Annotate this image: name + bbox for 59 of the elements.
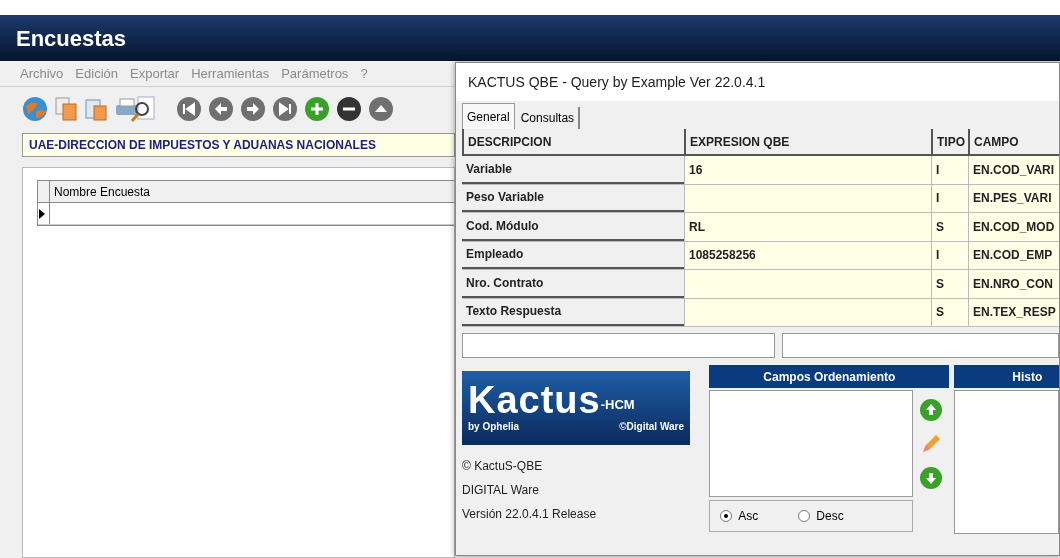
table-cell: I: [931, 241, 968, 269]
column-header: Nombre Encuesta: [53, 183, 152, 201]
dialog-title: KACTUS QBE - Query by Example Ver 22.0.4.1: [456, 63, 1059, 101]
menu-item[interactable]: Exportar: [130, 63, 180, 84]
tab[interactable]: General: [462, 103, 515, 129]
menu-item[interactable]: Parámetros: [281, 63, 349, 84]
table-cell: 1085258256: [684, 241, 931, 269]
table-cell: EN.COD_VARI: [968, 156, 1059, 184]
logo-maker: ©Digital Ware: [619, 420, 684, 434]
table-cell: RL: [684, 213, 931, 241]
window-title: Encuestas: [0, 15, 1060, 61]
panel-header: Campos Ordenamiento: [709, 365, 950, 388]
table-cell: S: [931, 270, 968, 298]
menu-item[interactable]: ?: [360, 63, 368, 84]
radio-option[interactable]: Desc: [798, 507, 844, 525]
previous-icon[interactable]: [208, 96, 234, 122]
input-field[interactable]: [462, 333, 775, 358]
current-row-icon: [38, 208, 46, 219]
column-header: TIPO: [931, 129, 968, 154]
logo-wordmark: Kactus: [468, 381, 601, 419]
menu-item[interactable]: Edición: [75, 63, 118, 84]
table-cell: EN.COD_MOD: [968, 213, 1059, 241]
about-text: DIGITAL Ware: [462, 482, 540, 499]
last-record-icon[interactable]: [272, 96, 298, 122]
paste-icon[interactable]: [84, 96, 108, 122]
logo-byline: by Ophelia: [468, 420, 520, 434]
table-cell: EN.PES_VARI: [968, 184, 1059, 212]
table-cell: EN.NRO_CON: [968, 270, 1059, 298]
menu-item[interactable]: Archivo: [20, 63, 64, 84]
copy-icon[interactable]: [54, 96, 78, 122]
add-icon[interactable]: [304, 96, 330, 122]
column-header: CAMPO: [968, 129, 1059, 154]
print-preview-icon[interactable]: [114, 95, 158, 123]
column-header: DESCRIPCION: [462, 129, 684, 154]
move-down-icon[interactable]: [919, 466, 944, 490]
history-list[interactable]: [954, 390, 1059, 534]
table-cell: I: [931, 156, 968, 184]
first-record-icon[interactable]: [176, 96, 202, 122]
next-icon[interactable]: [240, 96, 266, 122]
table-cell: I: [931, 184, 968, 212]
radio-option[interactable]: Asc: [720, 507, 759, 525]
menu-item[interactable]: Herramientas: [191, 63, 270, 84]
input-field[interactable]: [782, 333, 1059, 358]
table-cell: S: [931, 213, 968, 241]
table-cell: S: [931, 298, 968, 326]
up-icon[interactable]: [368, 96, 394, 122]
globe-icon[interactable]: [22, 96, 48, 122]
table-cell: 16: [684, 156, 931, 184]
panel-header: Histo: [954, 365, 1059, 388]
about-text: Versión 22.0.4.1 Release: [462, 506, 598, 523]
remove-icon[interactable]: [336, 96, 362, 122]
company-field[interactable]: UAE-DIRECCION DE IMPUESTOS Y ADUANAS NACIONALES: [22, 133, 455, 157]
table-cell: EN.TEX_RESP: [968, 298, 1059, 326]
logo-suffix: -HCM: [600, 396, 635, 412]
about-text: © KactuS-QBE: [462, 458, 544, 475]
sort-fields-list[interactable]: [709, 390, 914, 497]
table-cell: EN.COD_EMP: [968, 241, 1059, 269]
move-up-icon[interactable]: [919, 398, 944, 422]
column-header: EXPRESION QBE: [684, 129, 931, 154]
